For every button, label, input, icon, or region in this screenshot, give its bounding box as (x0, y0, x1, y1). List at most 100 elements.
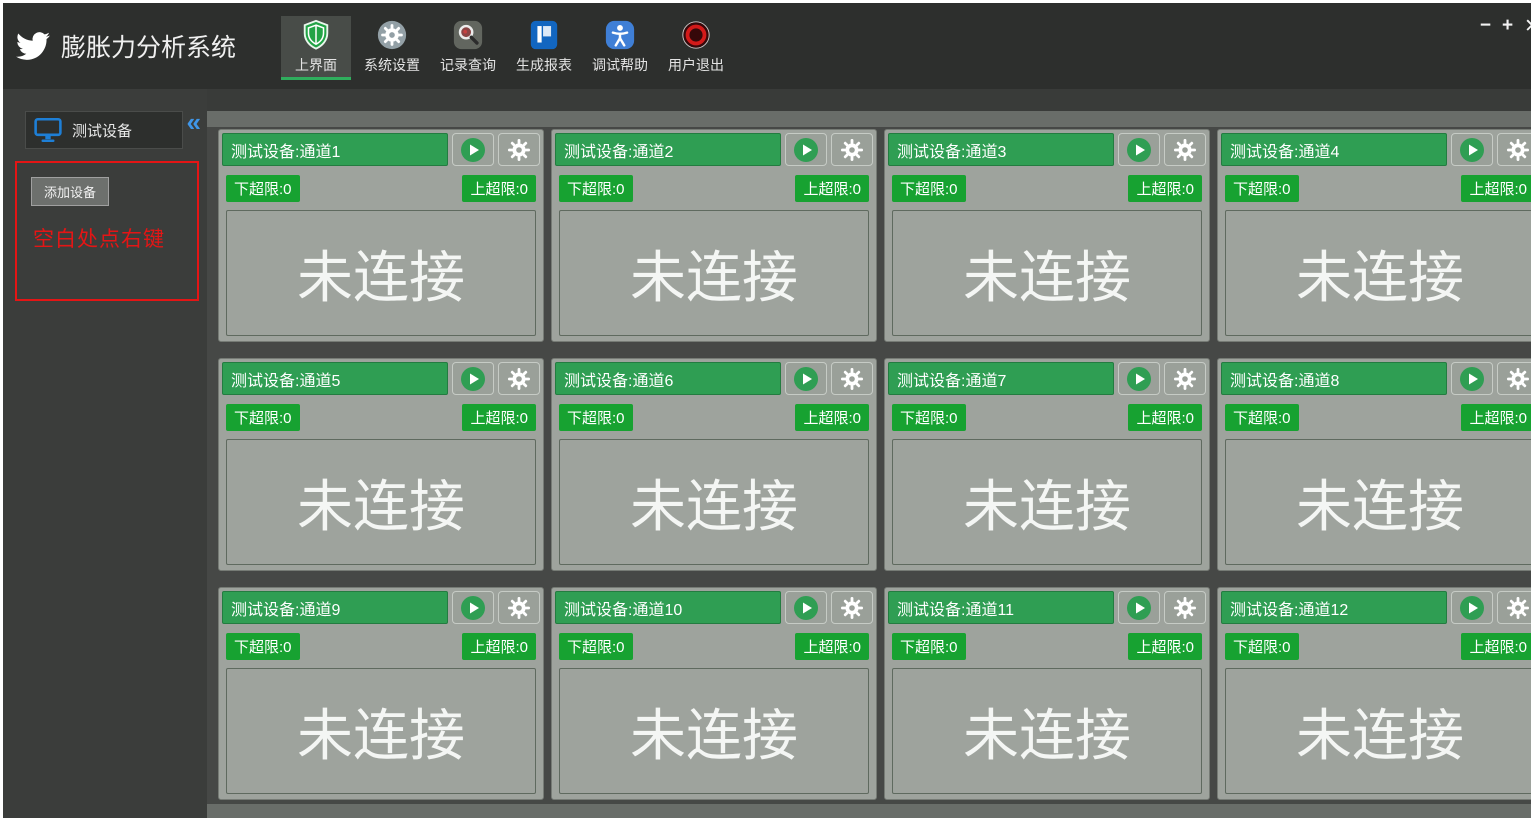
annotation-red-box: 添加设备 空白处点右键 (15, 161, 199, 301)
gear-icon (841, 596, 863, 619)
status-text: 未连接 (297, 245, 465, 309)
upper-limit-badge: 上超限:0 (1461, 633, 1531, 660)
limit-badges: 下超限:0 上超限:0 (888, 633, 1206, 660)
channel-card-header: 测试设备:通道8 (1221, 362, 1531, 395)
status-box: 未连接 (1225, 210, 1531, 336)
channel-card: 测试设备:通道3 下超限:0 上超限:0 未连接 (884, 129, 1210, 342)
limit-badges: 下超限:0 上超限:0 (1221, 633, 1531, 660)
channel-card-header: 测试设备:通道7 (888, 362, 1206, 395)
channel-card-header: 测试设备:通道2 (555, 133, 873, 166)
channel-card-header: 测试设备:通道10 (555, 591, 873, 624)
settings-button[interactable] (498, 133, 540, 166)
settings-button[interactable] (1164, 133, 1206, 166)
toolbar-button-logout[interactable]: 用户退出 (661, 16, 731, 80)
settings-button[interactable] (1497, 133, 1531, 166)
play-button[interactable] (1118, 362, 1160, 395)
play-button[interactable] (785, 362, 827, 395)
status-box: 未连接 (226, 439, 536, 565)
toolbar-button-debug[interactable]: 调试帮助 (585, 16, 655, 80)
toolbar: 上界面 系统设置 记录查询 生成报表 调试帮助 用户退出 (281, 16, 737, 86)
lower-limit-badge: 下超限:0 (1225, 633, 1299, 660)
channel-card-header: 测试设备:通道6 (555, 362, 873, 395)
play-button[interactable] (1118, 591, 1160, 624)
lower-limit-badge: 下超限:0 (1225, 404, 1299, 431)
upper-limit-badge: 上超限:0 (1128, 633, 1202, 660)
channel-title: 测试设备:通道11 (888, 591, 1114, 624)
gear-icon (375, 18, 409, 52)
channel-title: 测试设备:通道8 (1221, 362, 1447, 395)
upper-limit-badge: 上超限:0 (795, 404, 869, 431)
help-icon (603, 18, 637, 52)
play-icon (794, 366, 818, 391)
lower-limit-badge: 下超限:0 (892, 633, 966, 660)
play-icon (1127, 595, 1151, 620)
settings-button[interactable] (1497, 591, 1531, 624)
settings-button[interactable] (831, 133, 873, 166)
play-button[interactable] (452, 133, 494, 166)
settings-button[interactable] (831, 362, 873, 395)
play-button[interactable] (1451, 591, 1493, 624)
main-area: 测试设备:通道1 下超限:0 上超限:0 未连接 测试设备:通道2 下超限:0 … (207, 89, 1531, 818)
gear-icon (841, 367, 863, 390)
gear-icon (1174, 138, 1196, 161)
limit-badges: 下超限:0 上超限:0 (222, 404, 540, 431)
play-icon (1127, 366, 1151, 391)
settings-button[interactable] (831, 591, 873, 624)
status-box: 未连接 (892, 668, 1202, 794)
toolbar-button-label: 记录查询 (440, 57, 496, 73)
toolbar-button-report[interactable]: 生成报表 (509, 16, 579, 80)
play-button[interactable] (452, 362, 494, 395)
status-text: 未连接 (630, 474, 798, 538)
play-button[interactable] (452, 591, 494, 624)
status-box: 未连接 (892, 439, 1202, 565)
upper-limit-badge: 上超限:0 (462, 633, 536, 660)
play-button[interactable] (785, 133, 827, 166)
horizontal-scrollbar[interactable] (207, 804, 1531, 818)
window-controls: − + ✕ (1480, 15, 1531, 38)
play-icon (1460, 366, 1484, 391)
channel-card: 测试设备:通道6 下超限:0 上超限:0 未连接 (551, 358, 877, 571)
sidebar: 测试设备 « 添加设备 空白处点右键 (3, 89, 207, 818)
status-text: 未连接 (297, 474, 465, 538)
minimize-button[interactable]: − (1480, 15, 1491, 38)
status-box: 未连接 (1225, 668, 1531, 794)
lower-limit-badge: 下超限:0 (559, 633, 633, 660)
shield-icon (299, 18, 333, 52)
limit-badges: 下超限:0 上超限:0 (555, 633, 873, 660)
upper-limit-badge: 上超限:0 (462, 404, 536, 431)
close-button[interactable]: ✕ (1524, 15, 1531, 38)
play-button[interactable] (1451, 362, 1493, 395)
channel-title: 测试设备:通道6 (555, 362, 781, 395)
sidebar-collapse-button[interactable]: « (187, 109, 201, 135)
channel-card: 测试设备:通道4 下超限:0 上超限:0 未连接 (1217, 129, 1531, 342)
settings-button[interactable] (498, 362, 540, 395)
play-button[interactable] (785, 591, 827, 624)
toolbar-button-main[interactable]: 上界面 (281, 16, 351, 80)
app-window: 膨胀力分析系统 上界面 系统设置 记录查询 生成报表 调试帮助 用户退出 − + ✕ 测试… (3, 3, 1531, 818)
toolbar-button-settings[interactable]: 系统设置 (357, 16, 427, 80)
lower-limit-badge: 下超限:0 (559, 175, 633, 202)
lower-limit-badge: 下超限:0 (892, 175, 966, 202)
settings-button[interactable] (1164, 591, 1206, 624)
play-button[interactable] (1118, 133, 1160, 166)
channel-title: 测试设备:通道4 (1221, 133, 1447, 166)
channel-card-header: 测试设备:通道4 (1221, 133, 1531, 166)
add-device-menu-item[interactable]: 添加设备 (31, 177, 110, 206)
grid-top-band (207, 89, 1531, 111)
play-button[interactable] (1451, 133, 1493, 166)
settings-button[interactable] (1164, 362, 1206, 395)
gear-icon (1174, 596, 1196, 619)
channel-card: 测试设备:通道10 下超限:0 上超限:0 未连接 (551, 587, 877, 800)
upper-limit-badge: 上超限:0 (1128, 175, 1202, 202)
gear-icon (508, 367, 530, 390)
grid-top-divider (207, 111, 1531, 127)
settings-button[interactable] (1497, 362, 1531, 395)
channel-card-header: 测试设备:通道11 (888, 591, 1206, 624)
sidebar-device-node[interactable]: 测试设备 (25, 111, 183, 149)
upper-limit-badge: 上超限:0 (1461, 175, 1531, 202)
settings-button[interactable] (498, 591, 540, 624)
channel-card-header: 测试设备:通道1 (222, 133, 540, 166)
limit-badges: 下超限:0 上超限:0 (555, 175, 873, 202)
maximize-button[interactable]: + (1502, 15, 1513, 38)
toolbar-button-records[interactable]: 记录查询 (433, 16, 503, 80)
